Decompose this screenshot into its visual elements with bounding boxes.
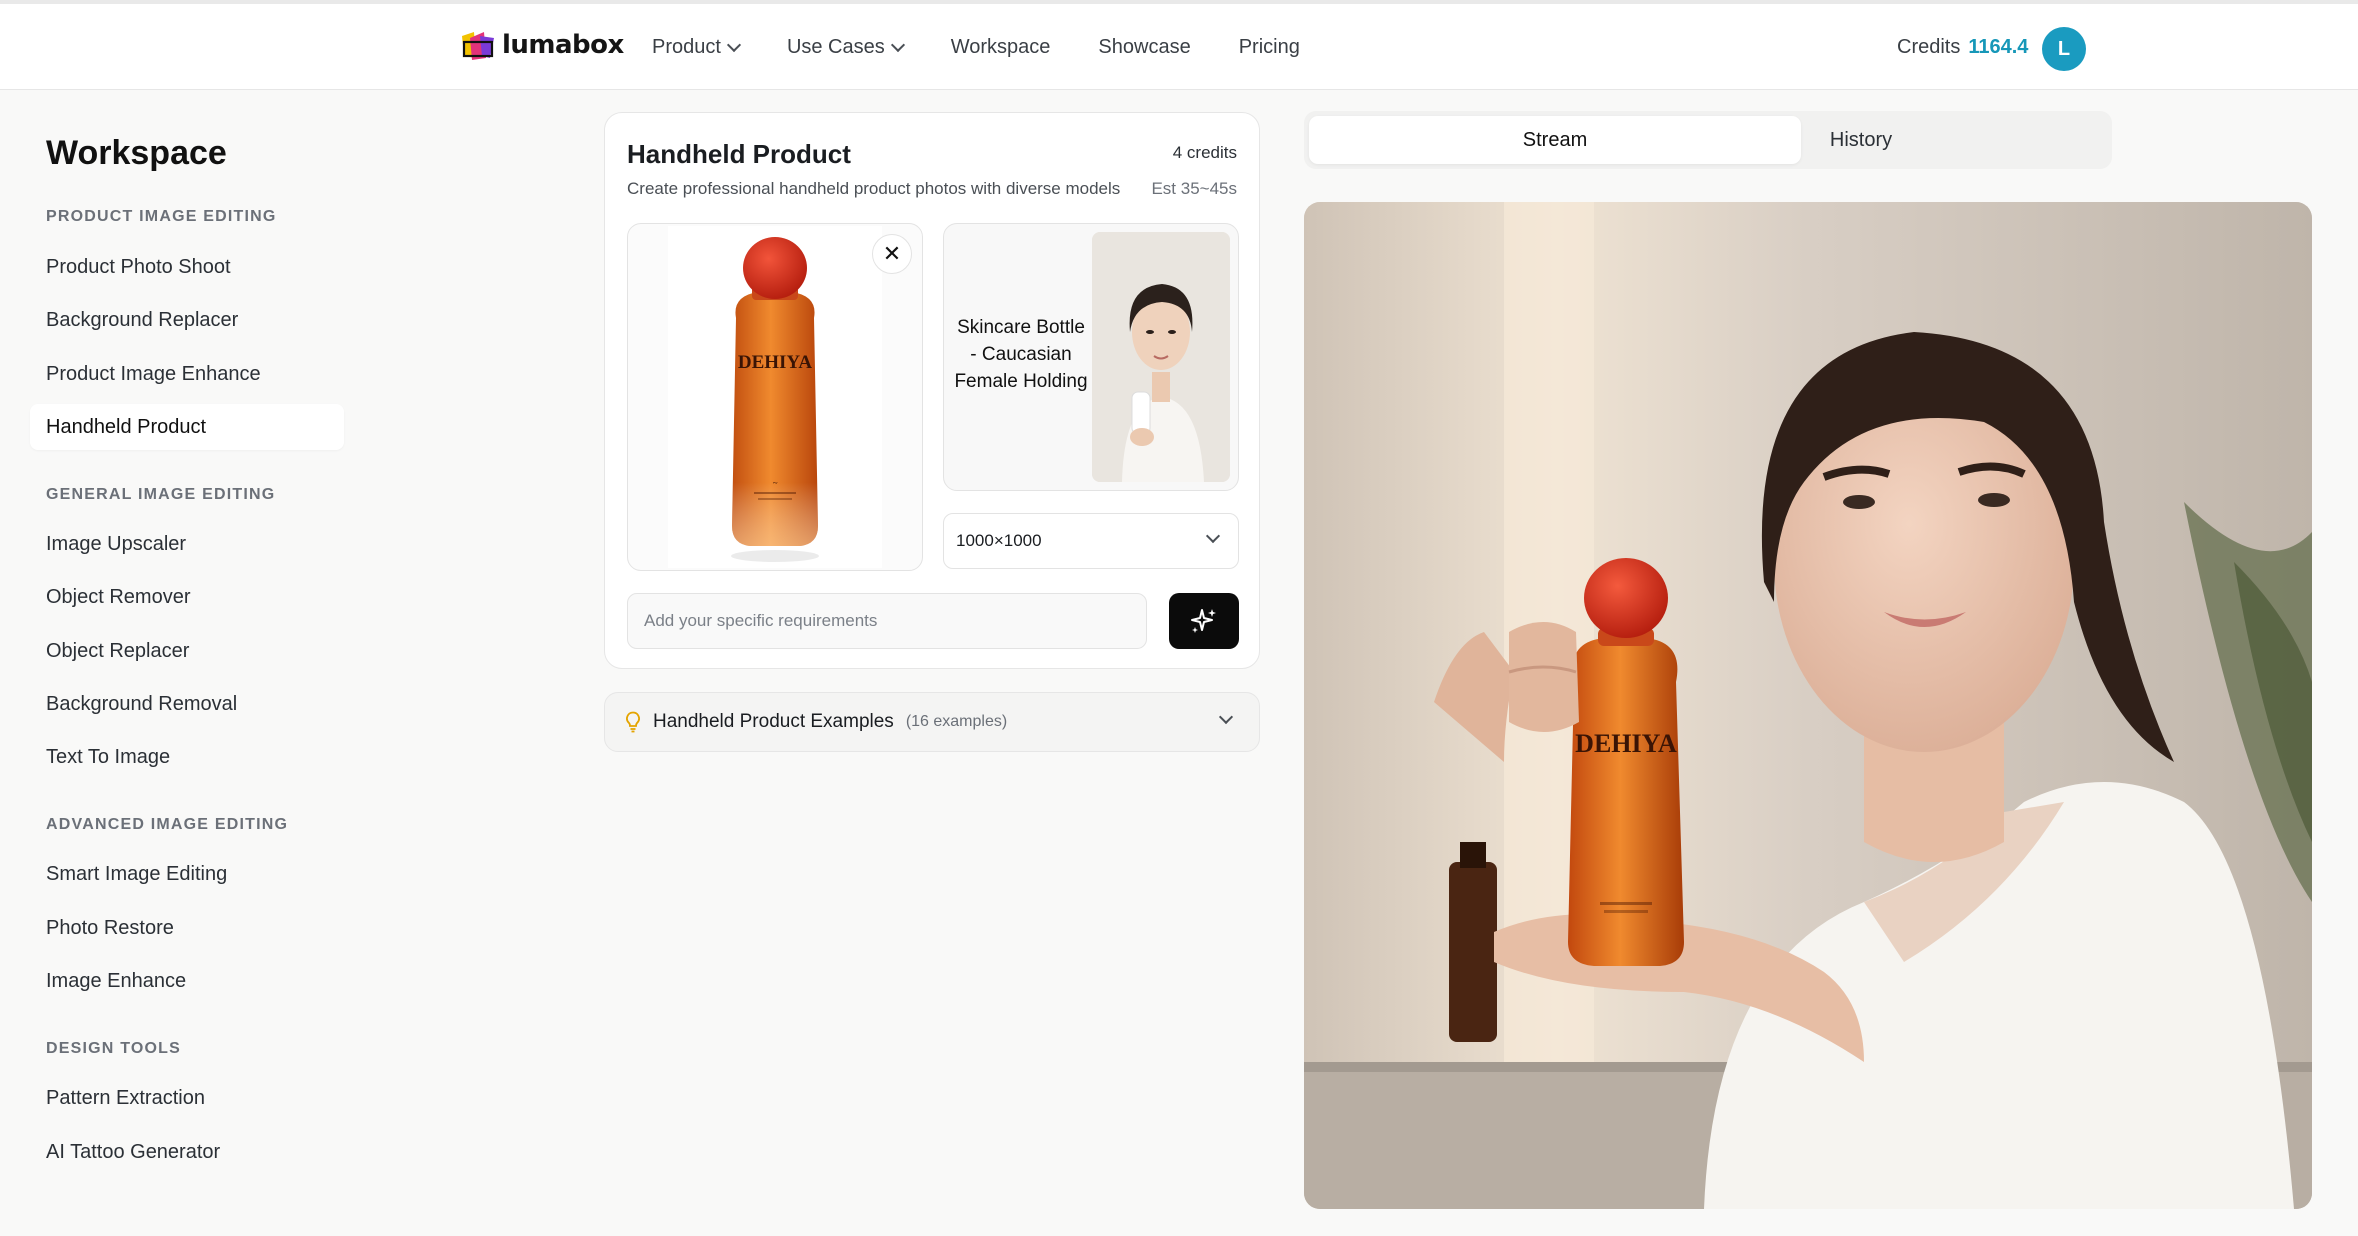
chevron-down-icon bbox=[1218, 709, 1234, 725]
result-brand-text: DEHIYA bbox=[1575, 729, 1677, 758]
model-label: Skincare Bottle - Caucasian Female Holdi… bbox=[954, 317, 1088, 392]
brand-logo[interactable]: lumabox bbox=[460, 28, 624, 62]
nav-showcase-label: Showcase bbox=[1098, 35, 1191, 58]
tool-credits: 4 credits bbox=[1172, 143, 1237, 162]
sidebar-title: Workspace bbox=[46, 134, 227, 172]
sidebar-item-text-to-image[interactable]: Text To Image bbox=[30, 734, 344, 780]
tool-description: Create professional handheld product pho… bbox=[627, 179, 1121, 198]
lumabox-logo-icon bbox=[462, 32, 494, 60]
sidebar-item-photo-restore[interactable]: Photo Restore bbox=[30, 905, 344, 951]
sidebar-item-object-remover[interactable]: Object Remover bbox=[30, 574, 344, 620]
sidebar-item-pattern-extraction[interactable]: Pattern Extraction bbox=[30, 1075, 344, 1121]
sidebar-item-image-upscaler[interactable]: Image Upscaler bbox=[30, 521, 344, 567]
sidebar-item-smart-image-editing[interactable]: Smart Image Editing bbox=[30, 851, 344, 897]
sidebar-item-ai-tattoo-generator[interactable]: AI Tattoo Generator bbox=[30, 1129, 344, 1175]
chevron-down-icon bbox=[726, 37, 742, 52]
sidebar-item-image-enhance[interactable]: Image Enhance bbox=[30, 958, 344, 1004]
result-tabs: Stream History bbox=[1304, 111, 2112, 169]
chevron-down-icon bbox=[1205, 528, 1221, 544]
size-select-value: 1000×1000 bbox=[956, 531, 1042, 550]
sidebar-item-object-replacer[interactable]: Object Replacer bbox=[30, 628, 344, 674]
nav-workspace[interactable]: Workspace bbox=[951, 36, 1051, 59]
remove-image-button[interactable]: ✕ bbox=[872, 234, 912, 274]
nav-pricing[interactable]: Pricing bbox=[1239, 36, 1300, 59]
generated-result-image: DEHIYA bbox=[1304, 202, 2312, 1209]
top-navbar: lumabox Product Use Cases Workspace Show… bbox=[0, 4, 2358, 90]
nav-use-cases-label: Use Cases bbox=[786, 35, 885, 58]
close-icon: ✕ bbox=[882, 241, 902, 266]
nav-product-label: Product bbox=[652, 35, 721, 58]
size-select[interactable]: 1000×1000 bbox=[943, 513, 1239, 569]
tool-title: Handheld Product bbox=[627, 139, 851, 169]
main-nav: Product Use Cases Workspace Showcase Pri… bbox=[652, 4, 1300, 90]
nav-workspace-label: Workspace bbox=[950, 35, 1051, 58]
examples-count: (16 examples) bbox=[905, 713, 1008, 730]
product-brand-text: DEHIYA bbox=[738, 352, 813, 373]
nav-showcase[interactable]: Showcase bbox=[1098, 36, 1190, 59]
model-selector[interactable]: Skincare Bottle - Caucasian Female Holdi… bbox=[943, 223, 1239, 491]
examples-title: Handheld Product Examples bbox=[653, 711, 894, 732]
credits-value: 1164.4 bbox=[1968, 35, 2029, 58]
tab-history[interactable]: History bbox=[1615, 116, 2107, 164]
lightbulb-icon bbox=[626, 711, 640, 733]
sidebar-item-handheld-product[interactable]: Handheld Product bbox=[30, 404, 344, 450]
section-advanced-image-editing: ADVANCED IMAGE EDITING bbox=[46, 816, 289, 833]
svg-text:~: ~ bbox=[773, 478, 778, 488]
nav-product[interactable]: Product bbox=[652, 35, 742, 59]
credits-display: Credits 1164.4 bbox=[1897, 4, 2028, 90]
section-general-image-editing: GENERAL IMAGE EDITING bbox=[46, 486, 276, 503]
user-avatar[interactable]: L bbox=[2042, 27, 2086, 71]
section-product-image-editing: PRODUCT IMAGE EDITING bbox=[46, 208, 277, 225]
nav-pricing-label: Pricing bbox=[1238, 35, 1300, 58]
product-upload-box[interactable]: DEHIYA ~ ✕ bbox=[627, 223, 923, 571]
sparkle-icon bbox=[1191, 609, 1216, 633]
requirements-input[interactable] bbox=[627, 593, 1147, 649]
nav-use-cases[interactable]: Use Cases bbox=[786, 35, 905, 59]
sidebar-item-background-replacer[interactable]: Background Replacer bbox=[30, 297, 344, 343]
sidebar-item-product-image-enhance[interactable]: Product Image Enhance bbox=[30, 351, 344, 397]
tool-card: Handheld Product 4 credits Create profes… bbox=[604, 112, 1260, 669]
generate-button[interactable] bbox=[1169, 593, 1239, 649]
uploaded-product-image: DEHIYA ~ bbox=[668, 226, 882, 568]
chevron-down-icon bbox=[890, 37, 905, 52]
model-thumbnail bbox=[1092, 232, 1230, 482]
brand-name: lumabox bbox=[502, 30, 624, 60]
credits-label: Credits bbox=[1897, 35, 1961, 58]
section-design-tools: DESIGN TOOLS bbox=[46, 1040, 182, 1057]
examples-accordion[interactable]: Handheld Product Examples (16 examples) bbox=[604, 692, 1260, 752]
tool-estimate: Est 35~45s bbox=[1151, 179, 1237, 198]
sidebar-item-background-removal[interactable]: Background Removal bbox=[30, 681, 344, 727]
sidebar-item-product-photo-shoot[interactable]: Product Photo Shoot bbox=[30, 244, 344, 290]
